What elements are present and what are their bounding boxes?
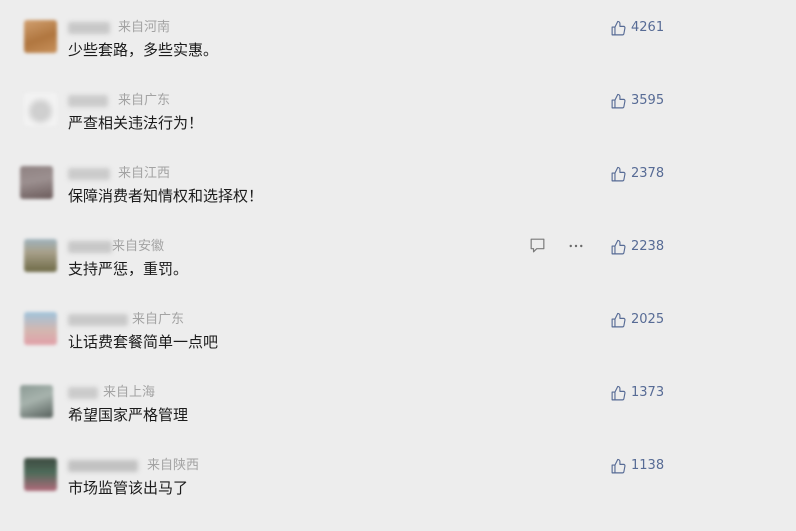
like-count: 2378 (631, 166, 665, 181)
blurred-username (68, 168, 110, 180)
like-button[interactable]: 1138 (610, 456, 664, 476)
thumbs-up-icon (611, 312, 626, 327)
comment-text: 严查相关违法行为！ (68, 114, 204, 132)
like-count: 1138 (631, 458, 665, 473)
comment-item: 来自安徽 支持严惩，重罚。 2238 (0, 236, 796, 312)
comment-item: 来自河南 少些套路，多些实惠。 4261 (0, 20, 796, 93)
comment-text: 少些套路，多些实惠。 (68, 41, 219, 59)
region-label: 来自安徽 (112, 239, 165, 254)
thumbs-up-icon (611, 93, 626, 108)
comment-item: 来自广东 严查相关违法行为！ 3595 (0, 93, 796, 166)
avatar[interactable] (20, 385, 53, 418)
blurred-username (68, 314, 128, 326)
comment-text: 市场监管该出马了 (68, 479, 189, 497)
region-label: 来自河南 (118, 20, 171, 35)
thumbs-up-icon (611, 166, 626, 181)
like-count: 3595 (631, 93, 665, 108)
blurred-username (68, 22, 110, 34)
comment-actions (528, 236, 585, 255)
comment-item: 来自广东 让话费套餐简单一点吧 2025 (0, 312, 796, 385)
more-button[interactable] (567, 237, 585, 255)
thumbs-up-icon (611, 20, 626, 35)
comment-text: 保障消费者知情权和选择权！ (68, 187, 264, 205)
blurred-username (68, 241, 112, 253)
more-icon (569, 244, 583, 247)
like-button[interactable]: 2025 (610, 310, 664, 330)
like-button[interactable]: 1373 (610, 383, 664, 403)
region-label: 来自江西 (118, 166, 171, 181)
thumbs-up-icon (611, 239, 626, 254)
avatar[interactable] (20, 166, 53, 199)
like-count: 2238 (631, 239, 665, 254)
like-button[interactable]: 3595 (610, 91, 664, 111)
reply-icon (530, 238, 545, 253)
like-count: 4261 (631, 20, 665, 35)
blurred-username (68, 387, 98, 399)
like-button[interactable]: 4261 (610, 18, 664, 38)
blurred-username (68, 460, 138, 472)
reply-button[interactable] (528, 236, 547, 255)
comment-item: 来自上海 希望国家严格管理 1373 (0, 385, 796, 458)
comment-item: 来自江西 保障消费者知情权和选择权！ 2378 (0, 166, 796, 239)
region-label: 来自上海 (103, 385, 156, 400)
thumbs-up-icon (611, 458, 626, 473)
avatar[interactable] (24, 93, 57, 126)
avatar[interactable] (24, 458, 57, 491)
avatar[interactable] (24, 239, 57, 272)
region-label: 来自陕西 (147, 458, 200, 473)
comment-text: 希望国家严格管理 (68, 406, 189, 424)
region-label: 来自广东 (118, 93, 171, 108)
comment-text: 让话费套餐简单一点吧 (68, 333, 219, 351)
region-label: 来自广东 (132, 312, 185, 327)
comment-item: 来自陕西 市场监管该出马了 1138 (0, 458, 796, 531)
thumbs-up-icon (611, 385, 626, 400)
avatar[interactable] (24, 20, 57, 53)
like-count: 2025 (631, 312, 665, 327)
comment-text: 支持严惩，重罚。 (68, 260, 189, 278)
blurred-username (68, 95, 108, 107)
like-count: 1373 (631, 385, 665, 400)
like-button[interactable]: 2378 (610, 164, 664, 184)
like-button[interactable]: 2238 (610, 237, 664, 257)
avatar[interactable] (24, 312, 57, 345)
